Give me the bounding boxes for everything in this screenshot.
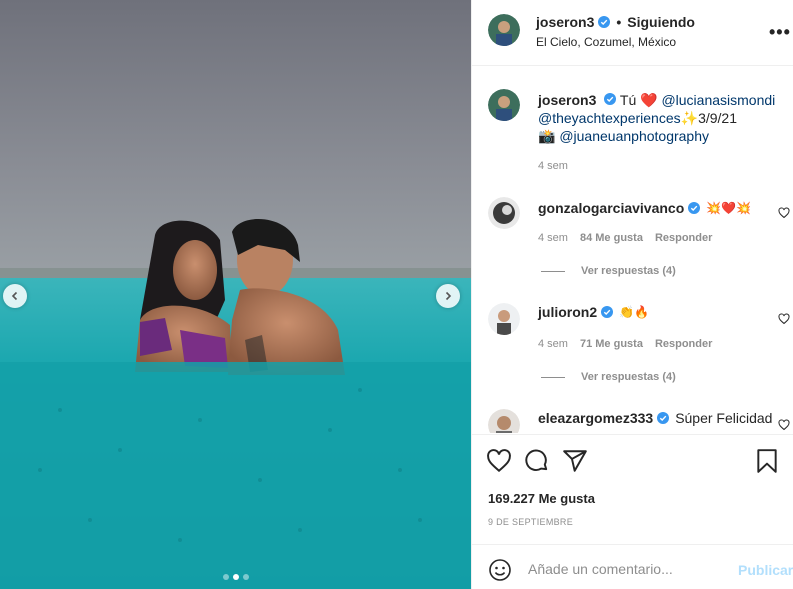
caption-username[interactable]: joseron3 — [538, 92, 596, 108]
comment-like-heart-icon[interactable] — [778, 313, 790, 325]
comment-body: julioron2 👏🔥 — [538, 303, 649, 321]
commenter-username[interactable]: eleazargomez333 — [538, 409, 653, 427]
view-replies-label: Ver respuestas (4) — [581, 371, 676, 383]
author-avatar[interactable] — [488, 14, 520, 46]
comment-text: 💥❤️💥 — [706, 201, 752, 215]
carousel-indicator — [222, 574, 249, 580]
comment-like-heart-icon[interactable] — [778, 207, 790, 219]
carousel-dot-active — [232, 574, 239, 580]
verified-badge-icon — [657, 412, 670, 424]
verified-badge-icon — [601, 306, 614, 318]
carousel-dot — [242, 574, 249, 580]
verified-badge-icon — [688, 202, 701, 214]
commenter-username[interactable]: julioron2 — [538, 303, 597, 321]
post-actions: 169.227 Me gusta 9 DE SEPTIEMBRE — [472, 434, 793, 544]
chevron-right-icon — [445, 291, 452, 301]
mention-link[interactable]: @juaneuanphotography — [559, 128, 709, 144]
caption-emoji: ❤️ — [640, 92, 658, 108]
commenter-avatar[interactable] — [488, 303, 520, 335]
publish-button[interactable]: Publicar — [738, 562, 793, 578]
carousel-prev-button[interactable] — [3, 284, 27, 308]
photo-scene — [0, 0, 471, 589]
comment-body: eleazargomez333 Súper Felicidad — [538, 409, 772, 427]
heart-icon[interactable] — [486, 448, 512, 474]
comment-text: 👏🔥 — [619, 305, 650, 319]
reply-button[interactable]: Responder — [655, 338, 712, 350]
follow-status-button[interactable]: Siguiendo — [627, 14, 695, 30]
caption-time[interactable]: 4 sem — [538, 160, 568, 172]
post-side-panel: joseron3 • Siguiendo El Cielo, Cozumel, … — [471, 0, 793, 589]
header-user-line: joseron3 • Siguiendo — [536, 14, 695, 30]
post-caption: joseron3 Tú ❤️ @lucianasismondi @theyach… — [538, 91, 778, 145]
comment-like-heart-icon[interactable] — [778, 419, 790, 431]
caption-text: Tú — [619, 92, 637, 108]
commenter-avatar[interactable] — [488, 197, 520, 229]
smile-icon[interactable] — [488, 558, 512, 582]
mention-link[interactable]: @lucianasismondi — [661, 92, 775, 108]
view-replies-button[interactable]: Ver respuestas (4) — [541, 265, 676, 277]
comment-icon[interactable] — [524, 448, 550, 474]
commenter-avatar[interactable] — [488, 409, 520, 433]
camera-emoji: 📸 — [538, 128, 556, 144]
author-username[interactable]: joseron3 — [536, 14, 594, 30]
comment-likes[interactable]: 71 Me gusta — [580, 338, 643, 350]
comment-meta: 4 sem 71 Me gusta Responder — [538, 338, 712, 350]
caption-date-text: 3/9/21 — [698, 110, 737, 126]
comment-meta: 4 sem 84 Me gusta Responder — [538, 232, 712, 244]
reply-button[interactable]: Responder — [655, 232, 712, 244]
post-header: joseron3 • Siguiendo El Cielo, Cozumel, … — [472, 0, 793, 66]
verified-badge-icon — [604, 93, 617, 105]
add-comment-bar: Publicar — [472, 544, 793, 589]
verified-badge-icon — [598, 16, 611, 28]
post-view: joseron3 • Siguiendo El Cielo, Cozumel, … — [0, 0, 793, 589]
comment-input[interactable] — [528, 557, 728, 581]
share-icon[interactable] — [562, 448, 588, 474]
comment-body: gonzalogarciavivanco 💥❤️💥 — [538, 199, 751, 217]
post-location[interactable]: El Cielo, Cozumel, México — [536, 35, 676, 49]
view-replies-button[interactable]: Ver respuestas (4) — [541, 371, 676, 383]
header-separator: • — [616, 14, 622, 30]
caption-avatar[interactable] — [488, 89, 520, 121]
more-options-button[interactable]: ••• — [769, 22, 791, 43]
comment-time[interactable]: 4 sem — [538, 232, 568, 244]
post-date[interactable]: 9 DE SEPTIEMBRE — [488, 517, 573, 527]
replies-line — [541, 376, 565, 378]
mention-link[interactable]: @theyachtexperiences — [538, 110, 681, 126]
chevron-left-icon — [11, 291, 18, 301]
comments-list[interactable]: joseron3 Tú ❤️ @lucianasismondi @theyach… — [472, 67, 793, 433]
view-replies-label: Ver respuestas (4) — [581, 265, 676, 277]
comment-likes[interactable]: 84 Me gusta — [580, 232, 643, 244]
comment-text: Súper Felicidad — [675, 410, 773, 426]
carousel-next-button[interactable] — [436, 284, 460, 308]
bookmark-icon[interactable] — [754, 448, 780, 474]
comment-time[interactable]: 4 sem — [538, 338, 568, 350]
post-photo[interactable] — [0, 0, 471, 589]
replies-line — [541, 270, 565, 272]
commenter-username[interactable]: gonzalogarciavivanco — [538, 199, 684, 217]
caption-emoji: ✨ — [680, 110, 699, 126]
likes-count[interactable]: 169.227 Me gusta — [488, 491, 595, 506]
carousel-dot — [222, 574, 229, 580]
